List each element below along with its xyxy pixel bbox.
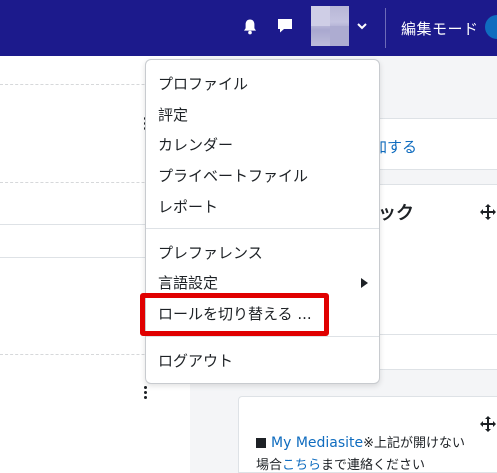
contact-prefix: 場合 bbox=[256, 458, 283, 473]
bell-icon[interactable] bbox=[241, 18, 259, 36]
move-icon[interactable] bbox=[480, 416, 496, 432]
mediasite-note: ※上記が開けない bbox=[363, 436, 466, 451]
block-title: ック bbox=[378, 203, 414, 224]
mediasite-link[interactable]: My Mediasite bbox=[271, 435, 363, 451]
menu-item-language[interactable]: 言語設定 bbox=[158, 272, 218, 293]
chat-icon[interactable] bbox=[276, 17, 294, 35]
menu-item-logout[interactable]: ログアウト bbox=[158, 350, 233, 371]
menu-item-private-files[interactable]: プライベートファイル bbox=[158, 165, 308, 186]
edit-mode-label: 編集モード bbox=[401, 20, 479, 38]
square-bullet-icon bbox=[256, 438, 266, 448]
contact-link[interactable]: こちら bbox=[282, 458, 321, 473]
edit-mode-toggle[interactable] bbox=[485, 15, 497, 39]
menu-item-reports[interactable]: レポート bbox=[158, 196, 218, 217]
mediasite-line: My Mediasite※上記が開けない bbox=[256, 432, 465, 451]
top-navbar: 編集モード bbox=[0, 0, 497, 56]
menu-item-preferences[interactable]: プレファレンス bbox=[158, 242, 263, 263]
move-icon[interactable] bbox=[480, 204, 496, 220]
highlight-box bbox=[140, 293, 329, 336]
menu-divider bbox=[146, 336, 379, 337]
divider bbox=[385, 8, 386, 48]
contact-line: 場合こちらまで連絡ください bbox=[256, 454, 425, 473]
menu-item-grades[interactable]: 評定 bbox=[158, 104, 188, 125]
chevron-right-icon bbox=[361, 278, 368, 288]
avatar[interactable] bbox=[311, 6, 349, 46]
menu-divider bbox=[146, 228, 379, 229]
menu-item-profile[interactable]: プロファイル bbox=[158, 73, 248, 94]
chevron-down-icon[interactable] bbox=[356, 20, 368, 32]
contact-suffix: まで連絡ください bbox=[321, 458, 426, 473]
kebab-menu-icon[interactable] bbox=[142, 386, 148, 402]
menu-item-calendar[interactable]: カレンダー bbox=[158, 134, 233, 155]
